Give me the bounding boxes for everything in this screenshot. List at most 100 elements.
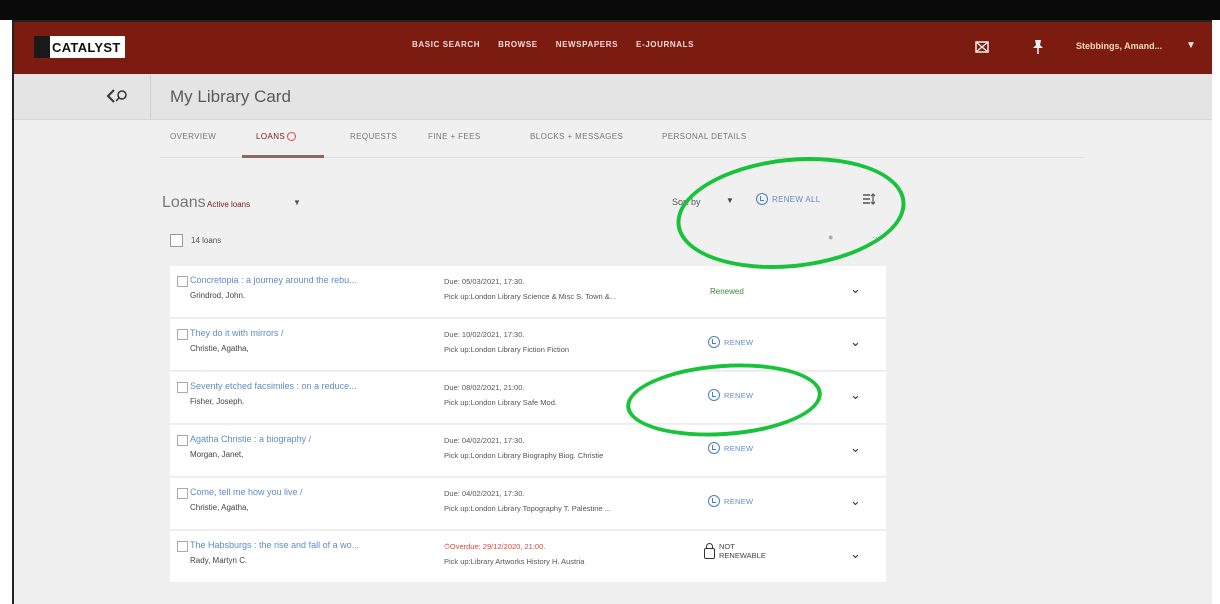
annotation-circle-renew-all [670, 146, 912, 280]
sub-header: My Library Card [14, 74, 1212, 120]
loan-pickup: Pick up:Library Artworks History H. Aust… [444, 557, 585, 566]
loan-pickup: Pick up:London Library Topography T. Pal… [444, 504, 611, 513]
loan-title[interactable]: Agatha Christie : a biography / [190, 434, 311, 444]
chevron-down-icon[interactable]: ⌄ [850, 281, 861, 297]
app-header: CATALYST BASIC SEARCH BROWSE NEWSPAPERS … [14, 22, 1212, 74]
loan-title[interactable]: They do it with mirrors / [190, 328, 284, 338]
loan-due-overdue: ⏱Overdue: 29/12/2020, 21:00. [444, 542, 545, 552]
renew-all-label: RENEW ALL [772, 194, 821, 204]
app-frame: CATALYST BASIC SEARCH BROWSE NEWSPAPERS … [12, 20, 1212, 604]
back-search-icon[interactable] [106, 88, 132, 108]
faint-icon: ● [828, 232, 834, 242]
loan-title[interactable]: Concretopia : a journey around the rebu.… [190, 275, 357, 285]
renew-icon [708, 442, 720, 454]
renew-icon [708, 336, 720, 348]
loan-due: Due: 10/02/2021, 17:30. [444, 330, 525, 339]
user-menu[interactable]: Stebbings, Amand... [1076, 41, 1162, 51]
list-item: Come, tell me how you live / Christie, A… [170, 478, 886, 530]
renew-icon [756, 193, 768, 205]
loan-pickup: Pick up:London Library Biography Biog. C… [444, 451, 604, 460]
loan-title[interactable]: Seventy etched facsimiles : on a reduce.… [190, 381, 357, 391]
loan-due: Due: 08/02/2021, 21:00. [444, 383, 525, 392]
tab-fines-fees[interactable]: FINE + FEES [428, 132, 481, 141]
user-caret-icon[interactable]: ▼ [1186, 40, 1196, 51]
list-item: Agatha Christie : a biography / Morgan, … [170, 425, 886, 477]
renew-label: RENEW [724, 337, 754, 347]
list-item: Concretopia : a journey around the rebu.… [170, 266, 886, 318]
nav-basic-search[interactable]: BASIC SEARCH [412, 40, 480, 49]
tab-requests[interactable]: REQUESTS [350, 132, 397, 141]
sort-caret-icon[interactable]: ▼ [726, 196, 734, 205]
tab-personal-details[interactable]: PERSONAL DETAILS [662, 132, 747, 141]
tab-loans-label: LOANS [256, 132, 286, 141]
account-tabs: OVERVIEW LOANS REQUESTS FINE + FEES BLOC… [160, 122, 1084, 158]
status-badge: Renewed [710, 287, 744, 296]
list-item: They do it with mirrors / Christie, Agat… [170, 319, 886, 371]
loans-heading: Loans [162, 194, 206, 211]
pin-icon[interactable] [1028, 36, 1048, 58]
logo-text: CATALYST [52, 39, 121, 55]
chevron-down-icon[interactable]: ⌄ [850, 334, 861, 350]
more-options-icon[interactable]: ··· [872, 232, 881, 242]
sort-by-select[interactable]: Sort by [672, 197, 701, 207]
loan-pickup: Pick up:London Library Science & Misc S.… [444, 292, 617, 301]
not-renewable-label: NOT RENEWABLE [719, 542, 766, 560]
renew-button[interactable]: RENEW [708, 389, 753, 401]
chevron-down-icon[interactable]: ⌄ [850, 440, 861, 456]
subbar-divider [150, 74, 151, 120]
chevron-down-icon[interactable]: ⌄ [850, 546, 861, 562]
nav-browse[interactable]: BROWSE [498, 40, 538, 49]
nav-newspapers[interactable]: NEWSPAPERS [556, 40, 618, 49]
loan-author: Fisher, Joseph. [190, 397, 245, 406]
collection-icon[interactable] [972, 36, 992, 58]
renew-icon [708, 389, 720, 401]
chevron-down-icon[interactable]: ⌄ [850, 387, 861, 403]
catalyst-logo[interactable]: CATALYST [34, 36, 125, 58]
loan-checkbox[interactable] [177, 488, 188, 499]
chevron-down-icon[interactable]: ⌄ [850, 493, 861, 509]
loan-checkbox[interactable] [177, 276, 188, 287]
active-tab-indicator [242, 155, 324, 158]
loan-checkbox[interactable] [177, 435, 188, 446]
page-title: My Library Card [170, 87, 291, 106]
renew-all-button[interactable]: RENEW ALL [756, 193, 821, 205]
loan-count: 14 loans [191, 236, 222, 245]
loan-checkbox[interactable] [177, 329, 188, 340]
loan-author: Morgan, Janet, [190, 450, 244, 459]
renew-label: RENEW [724, 443, 754, 453]
select-all-checkbox[interactable] [170, 234, 183, 247]
renew-label: RENEW [724, 496, 754, 506]
lock-icon [704, 542, 715, 559]
list-item: Seventy etched facsimiles : on a reduce.… [170, 372, 886, 424]
loan-due: Due: 04/02/2021, 17:30. [444, 436, 525, 445]
renew-button[interactable]: RENEW [708, 336, 753, 348]
tab-blocks-messages[interactable]: BLOCKS + MESSAGES [530, 132, 623, 141]
main-nav: BASIC SEARCH BROWSE NEWSPAPERS E-JOURNAL… [412, 40, 694, 49]
renew-button[interactable]: RENEW [708, 442, 753, 454]
loan-title[interactable]: Come, tell me how you live / [190, 487, 303, 497]
tab-overview[interactable]: OVERVIEW [170, 132, 216, 141]
loan-filter-select[interactable]: Active loans [207, 200, 250, 209]
loan-title[interactable]: The Habsburgs : the rise and fall of a w… [190, 540, 359, 550]
not-renewable-badge: NOT RENEWABLE [704, 542, 779, 560]
alert-icon [287, 132, 297, 141]
select-all-row: 14 loans [170, 234, 221, 247]
nav-e-journals[interactable]: E-JOURNALS [636, 40, 694, 49]
loan-checkbox[interactable] [177, 382, 188, 393]
loan-pickup: Pick up:London Library Safe Mod. [444, 398, 557, 407]
loan-author: Christie, Agatha, [190, 503, 249, 512]
loan-pickup: Pick up:London Library Fiction Fiction [444, 345, 570, 354]
logo-mark [34, 36, 50, 58]
loan-author: Grindrod, John. [190, 291, 246, 300]
loan-due: Due: 04/02/2021, 17:30. [444, 489, 525, 498]
list-item: The Habsburgs : the rise and fall of a w… [170, 531, 886, 583]
tab-loans[interactable]: LOANS [256, 132, 297, 141]
renew-button[interactable]: RENEW [708, 495, 753, 507]
renew-label: RENEW [724, 390, 754, 400]
loan-author: Rady, Martyn C. [190, 556, 248, 565]
chevron-down-icon[interactable]: ▼ [293, 198, 301, 207]
loan-checkbox[interactable] [177, 541, 188, 552]
renew-icon [708, 495, 720, 507]
display-options-icon[interactable] [862, 192, 876, 209]
loan-due: Due: 05/03/2021, 17:30. [444, 277, 525, 286]
